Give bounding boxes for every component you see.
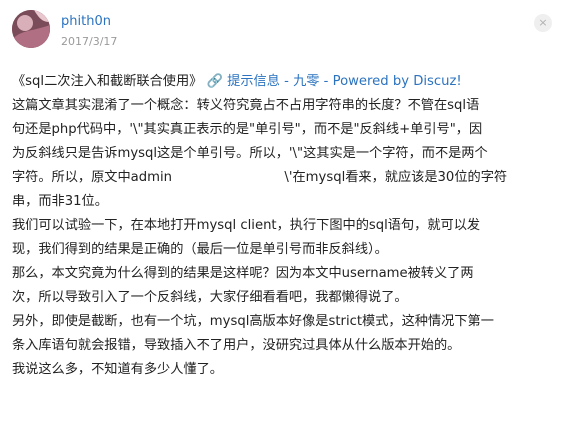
comment-header: phith0n 2017/3/17 × [12,10,552,54]
post-link[interactable]: 提示信息 - 九零 - Powered by Discuz! [227,74,462,89]
paragraph-5-line-1: 我说这么多，不知道有多少人懂了。 [12,362,223,377]
paragraph-4-line-2: 条入库语句就会报错，导致插入不了用户，没研究过具体从什么版本开始的。 [12,338,461,353]
post-title: 《sql二次注入和截断联合使用》 [12,74,203,89]
post-date: 2017/3/17 [61,35,118,48]
close-icon[interactable]: × [534,14,552,32]
paragraph-4-line-1: 另外，即使是截断，也有一个坑，mysql高版本好像是strict模式，这种情况下… [12,314,494,329]
paragraph-3-line-1: 那么，本文究竟为什么得到的结果是这样呢？因为本文中username被转义了两 [12,266,474,281]
line-4-part-b: \'在mysql看来，就应该是30位的字符 [284,170,508,185]
paragraph-1-line-5: 串，而非31位。 [12,194,108,209]
author-name[interactable]: phith0n [61,14,111,29]
paragraph-2-line-1: 我们可以试验一下，在本地打开mysql client，执行下图中的sql语句，就… [12,218,481,233]
title-line: 《sql二次注入和截断联合使用》 🔗 提示信息 - 九零 - Powered b… [12,70,550,94]
paragraph-2-line-2: 现，我们得到的结果是正确的（最后一位是单引号而非反斜线）。 [12,242,388,257]
avatar[interactable] [12,10,50,48]
paragraph-1-line-2: 句还是php代码中，'\"其实真正表示的是"单引号"，而不是"反斜线+单引号"，… [12,122,483,137]
paragraph-1-line-1: 这篇文章其实混淆了一个概念：转义符究竟占不占用字符串的长度？不管在sql语 [12,98,480,113]
line-4-part-a: 字符。所以，原文中admin [12,170,173,185]
paragraph-1-line-3: 为反斜线只是告诉mysql这是个单引号。所以，'\"这其实是一个字符，而不是两个 [12,146,488,161]
paragraph-1-line-4: 字符。所以，原文中admin \'在mysql看来，就应该是30位的字符 [12,166,550,190]
link-icon: 🔗 [206,74,223,89]
comment-content: 《sql二次注入和截断联合使用》 🔗 提示信息 - 九零 - Powered b… [12,70,550,382]
paragraph-3-line-2: 次，所以导致引入了一个反斜线，大家仔细看看吧，我都懒得说了。 [12,290,408,305]
